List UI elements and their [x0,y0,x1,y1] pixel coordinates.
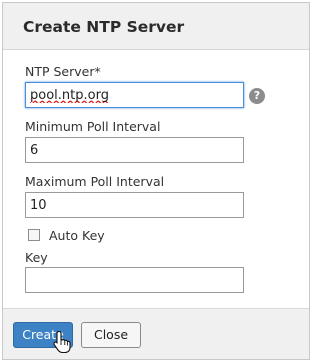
hand-pointer-icon [53,330,71,354]
max-poll-interval-input[interactable] [25,192,244,218]
help-icon[interactable]: ? [249,88,265,104]
dialog-footer: Create Close [3,308,309,359]
dialog-header: Create NTP Server [3,3,309,50]
min-poll-interval-label: Minimum Poll Interval [25,119,161,134]
create-ntp-server-dialog: Create NTP Server NTP Server* ? Minimum … [2,2,310,360]
dialog-title: Create NTP Server [23,18,185,36]
max-poll-interval-label: Maximum Poll Interval [25,174,165,189]
ntp-server-input[interactable] [25,82,244,108]
close-button[interactable]: Close [81,322,141,348]
auto-key-label[interactable]: Auto Key [49,228,105,243]
key-label: Key [25,250,48,265]
ntp-server-label: NTP Server* [25,64,101,79]
key-input[interactable] [25,267,244,293]
min-poll-interval-input[interactable] [25,137,244,163]
auto-key-checkbox[interactable] [28,229,40,241]
